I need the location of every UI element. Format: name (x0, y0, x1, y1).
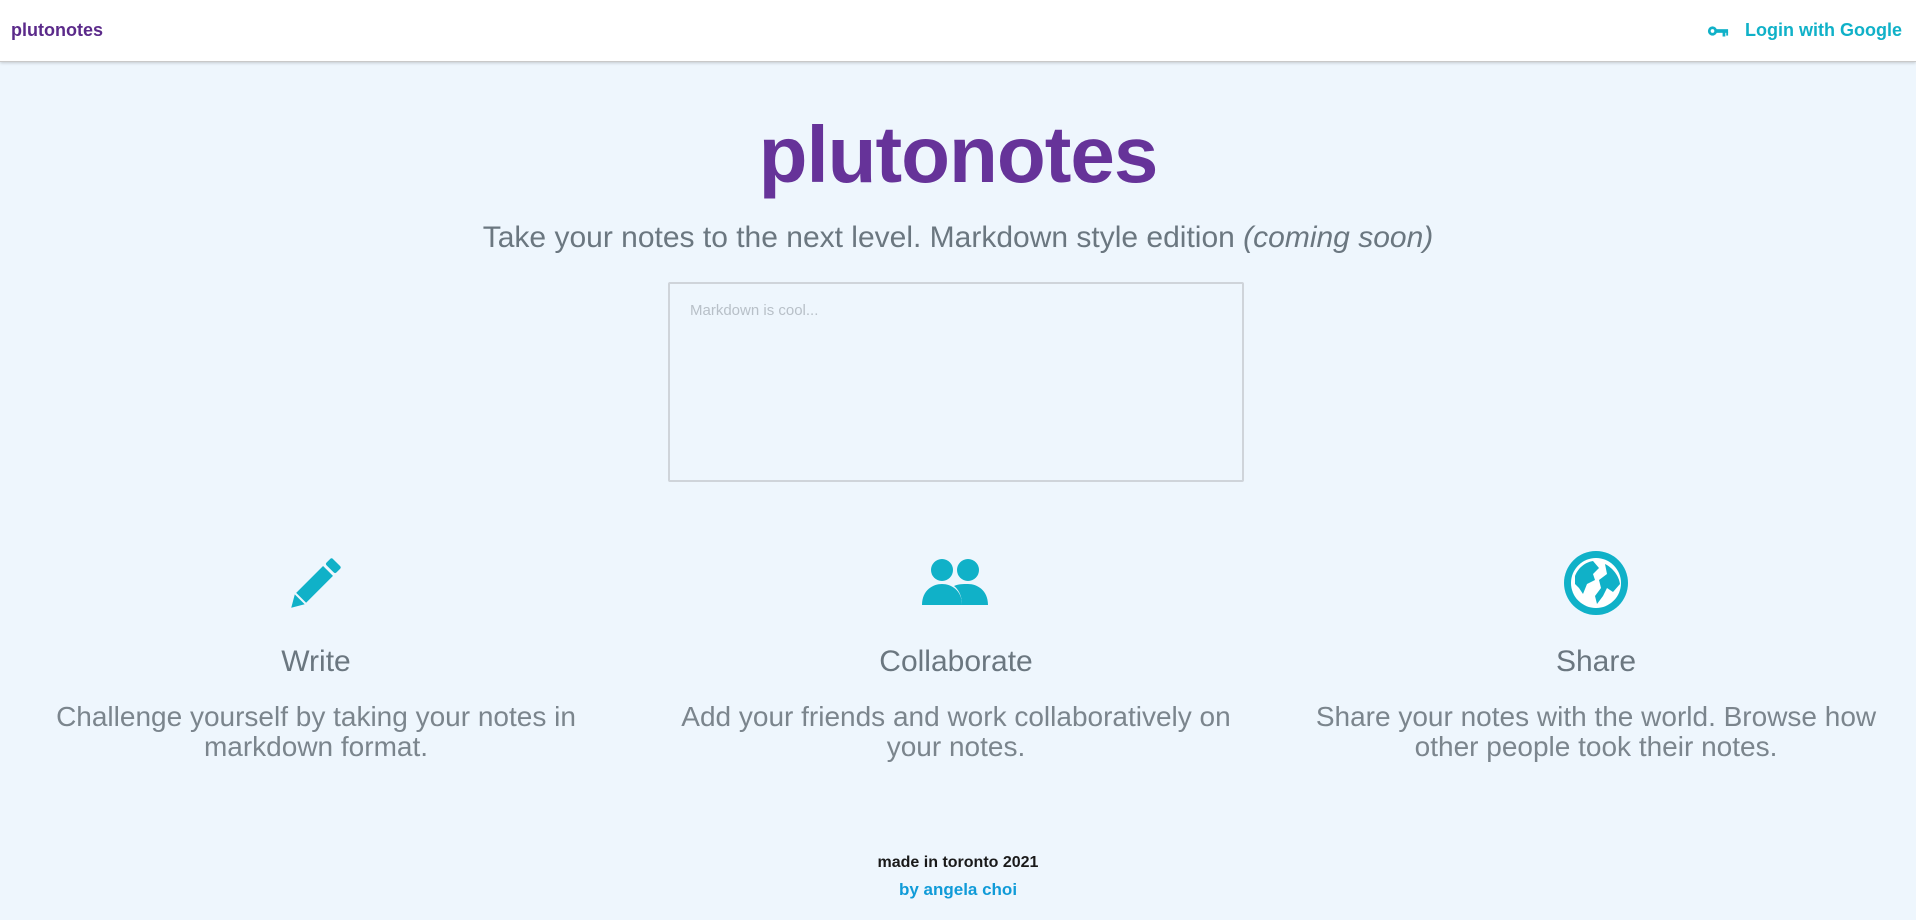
hero-subtitle: Take your notes to the next level. Markd… (0, 218, 1916, 258)
login-label: Login with Google (1745, 20, 1902, 40)
pencil-icon (291, 558, 341, 608)
feature-collaborate-description: Add your friends and work collaborativel… (681, 701, 1231, 762)
hero-subtitle-text: Take your notes to the next level. Markd… (482, 221, 1235, 254)
hero-title: plutonotes (758, 110, 1159, 199)
feature-share: Share Share your notes with the world. B… (1296, 548, 1896, 762)
footer-author-link[interactable]: by angela choi (0, 876, 1916, 904)
feature-collaborate-title: Collaborate (879, 645, 1033, 678)
top-navbar: plutonotes Login with Google (0, 0, 1916, 62)
feature-share-title: Share (1555, 645, 1637, 678)
globe-icon (1564, 551, 1628, 615)
people-icon (922, 559, 988, 605)
feature-write: Write Challenge yourself by taking your … (16, 548, 616, 762)
footer-made-in: made in toronto 2021 (877, 854, 1039, 871)
feature-write-description: Challenge yourself by taking your notes … (56, 701, 576, 762)
markdown-editor-textarea[interactable] (668, 282, 1244, 482)
login-with-google-button[interactable]: Login with Google (1707, 20, 1902, 41)
feature-collaborate: Collaborate Add your friends and work co… (656, 548, 1256, 762)
key-icon (1707, 25, 1729, 36)
feature-share-description: Share your notes with the world. Browse … (1315, 701, 1877, 762)
footer: made in toronto 2021 by angela choi (0, 850, 1916, 904)
brand-logo-link[interactable]: plutonotes (11, 20, 103, 41)
feature-write-title: Write (281, 645, 351, 678)
features-section: Write Challenge yourself by taking your … (0, 548, 1916, 788)
hero-subtitle-emphasis: (coming soon) (1243, 221, 1434, 254)
